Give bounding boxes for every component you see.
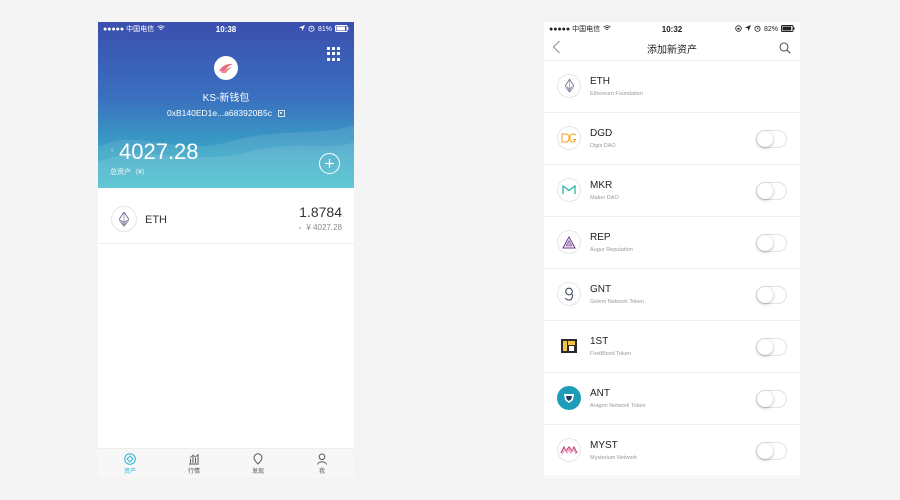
asset-fiat-value: ≈ ¥ 4027.28 bbox=[299, 223, 342, 232]
token-symbol: MKR bbox=[590, 180, 613, 191]
token-row-gnt: GNT Golem Network Token bbox=[544, 269, 800, 321]
plus-icon bbox=[325, 159, 334, 168]
wallet-logo-icon bbox=[219, 63, 233, 73]
wallet-screen: ●●●●● 中国电信 10:38 81% KS-新钱包 0xB140ED1e..… bbox=[98, 22, 354, 478]
balance-label: 总资产（¥） bbox=[110, 169, 149, 176]
total-balance: 4027.28 bbox=[119, 139, 199, 164]
token-symbol: 1ST bbox=[590, 336, 609, 347]
token-row-rep: REP Augur Reputation bbox=[544, 217, 800, 269]
token-toggle[interactable] bbox=[756, 442, 787, 460]
tab-market[interactable]: 行情 bbox=[162, 449, 226, 478]
mysterium-icon bbox=[557, 438, 581, 462]
token-row-eth[interactable]: ETH Ethereum Foundation bbox=[544, 61, 800, 113]
token-name: Aragon Network Token bbox=[590, 403, 646, 409]
aragon-icon bbox=[557, 386, 581, 410]
token-row-dgd: DGD Digix DAO bbox=[544, 113, 800, 165]
asset-amount: 1.8784 bbox=[299, 204, 342, 220]
assets-icon bbox=[124, 452, 136, 465]
token-toggle[interactable] bbox=[756, 286, 787, 304]
search-icon bbox=[779, 42, 791, 54]
asset-row-eth[interactable]: ETH 1.8784 ≈ ¥ 4027.28 bbox=[98, 198, 354, 244]
status-bar: ●●●●● 中国电信 10:32 82% bbox=[544, 22, 800, 36]
navigation-bar: 添加新资产 bbox=[544, 36, 800, 61]
token-symbol: ANT bbox=[590, 388, 610, 399]
status-time: 10:38 bbox=[215, 24, 237, 34]
token-name: FirstBlood Token bbox=[590, 351, 631, 357]
token-toggle[interactable] bbox=[756, 390, 787, 408]
ethereum-icon bbox=[111, 206, 137, 232]
wallet-address-row[interactable]: 0xB140ED1e...a683920B5c bbox=[98, 108, 354, 118]
wallet-address: 0xB140ED1e...a683920B5c bbox=[167, 108, 272, 118]
tab-profile[interactable]: 我 bbox=[290, 449, 354, 478]
tab-assets[interactable]: 资产 bbox=[98, 449, 162, 478]
chevron-left-icon bbox=[552, 40, 560, 54]
wallet-avatar[interactable] bbox=[214, 56, 238, 80]
menu-grid-icon[interactable] bbox=[327, 47, 341, 61]
token-toggle[interactable] bbox=[756, 234, 787, 252]
token-list: ETH Ethereum Foundation DGD Digix DAO MK bbox=[544, 61, 800, 477]
discover-icon bbox=[253, 452, 263, 465]
add-asset-screen: ●●●●● 中国电信 10:32 82% 添加新资产 ETH Ethereum … bbox=[544, 22, 800, 478]
maker-icon bbox=[557, 178, 581, 202]
token-symbol: DGD bbox=[590, 128, 613, 139]
token-name: Digix DAO bbox=[590, 143, 616, 149]
golem-icon bbox=[557, 282, 581, 306]
qr-code-icon[interactable] bbox=[277, 109, 285, 117]
token-row-mkr: MKR Maker DAO bbox=[544, 165, 800, 217]
page-title: 添加新资产 bbox=[647, 44, 697, 56]
token-symbol: ETH bbox=[590, 76, 610, 87]
token-symbol: GNT bbox=[590, 284, 612, 295]
augur-icon bbox=[557, 230, 581, 254]
wallet-name: KS-新钱包 bbox=[202, 93, 250, 104]
token-name: Augur Reputation bbox=[590, 247, 633, 253]
token-symbol: MYST bbox=[590, 440, 618, 451]
back-button[interactable] bbox=[552, 40, 561, 59]
ethereum-icon bbox=[557, 74, 581, 98]
token-name: Maker DAO bbox=[590, 195, 619, 201]
fiat-approx: ≈ bbox=[298, 226, 302, 232]
digix-icon bbox=[557, 126, 581, 150]
firstblood-icon bbox=[557, 334, 581, 358]
token-toggle[interactable] bbox=[756, 338, 787, 356]
token-row-ant: ANT Aragon Network Token bbox=[544, 373, 800, 425]
bottom-tab-bar: 资产 行情 发现 我 bbox=[98, 448, 354, 478]
token-row-myst: MYST Mysterium Network bbox=[544, 425, 800, 477]
token-name: Mysterium Network bbox=[590, 455, 638, 461]
balance-approx: ≈ bbox=[111, 148, 114, 154]
token-name: Golem Network Token bbox=[590, 299, 645, 305]
fiat-amount: ¥ 4027.28 bbox=[306, 223, 342, 232]
token-toggle[interactable] bbox=[756, 182, 787, 200]
tab-discover-label: 发现 bbox=[251, 468, 264, 475]
profile-icon bbox=[317, 453, 327, 465]
status-time: 10:32 bbox=[661, 24, 683, 34]
wallet-header: ●●●●● 中国电信 10:38 81% KS-新钱包 0xB140ED1e..… bbox=[98, 22, 354, 188]
add-asset-button[interactable] bbox=[319, 153, 340, 174]
token-symbol: REP bbox=[590, 232, 611, 243]
token-row-1st: 1ST FirstBlood Token bbox=[544, 321, 800, 373]
token-toggle[interactable] bbox=[756, 130, 787, 148]
status-bar: ●●●●● 中国电信 10:38 81% bbox=[98, 22, 354, 36]
tab-discover[interactable]: 发现 bbox=[226, 449, 290, 478]
tab-profile-label: 我 bbox=[318, 468, 325, 475]
tab-market-label: 行情 bbox=[187, 468, 200, 475]
token-name: Ethereum Foundation bbox=[590, 91, 643, 97]
market-icon bbox=[189, 453, 199, 464]
tab-assets-label: 资产 bbox=[123, 468, 136, 475]
asset-symbol: ETH bbox=[145, 214, 167, 226]
search-button[interactable] bbox=[779, 41, 791, 59]
